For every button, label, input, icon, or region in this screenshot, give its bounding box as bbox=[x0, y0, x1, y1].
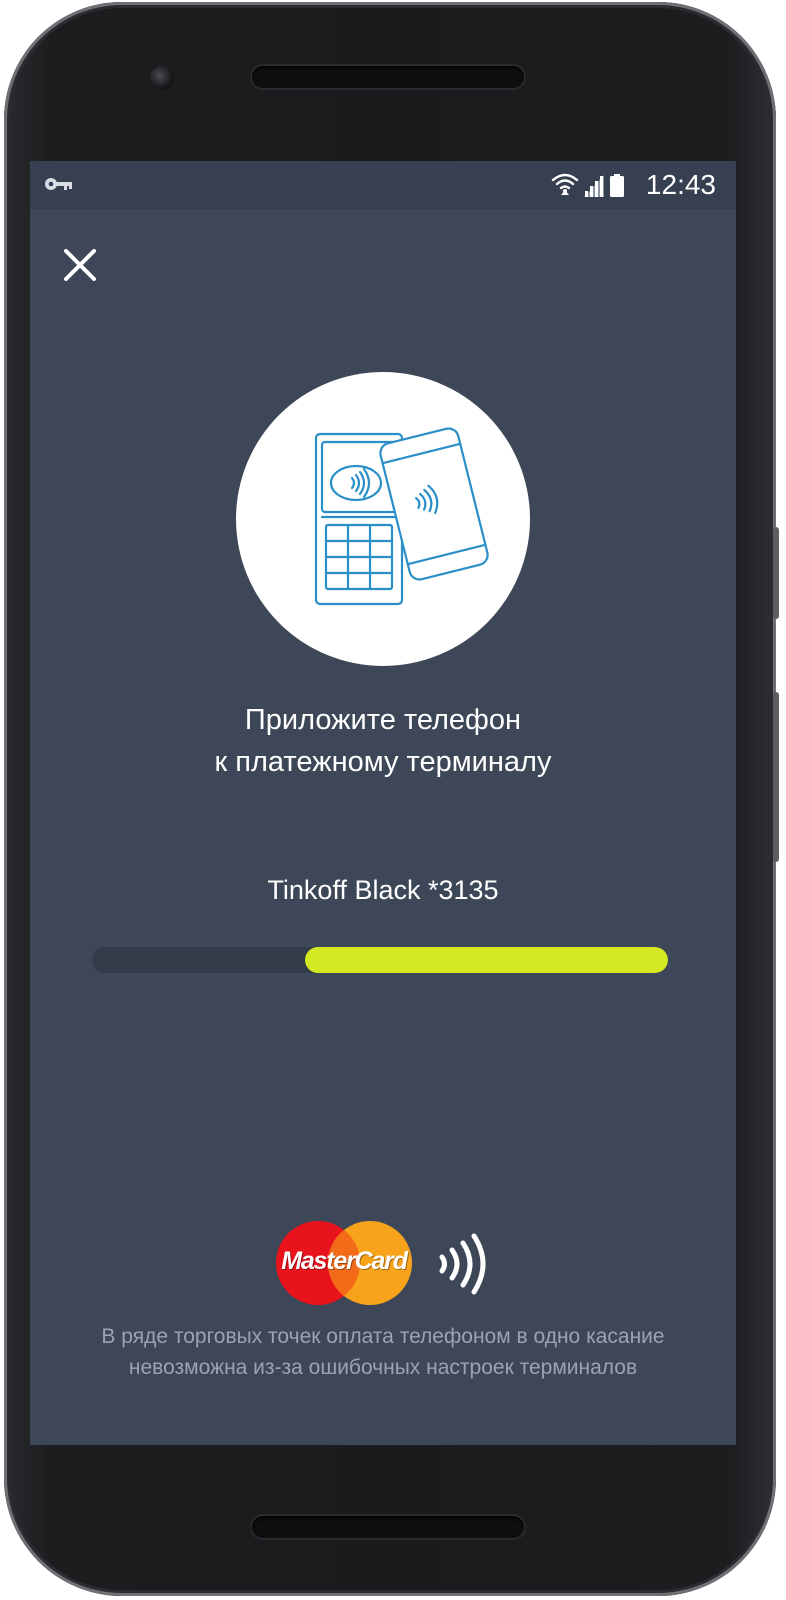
disclaimer-text: В ряде торговых точек оплата телефоном в… bbox=[30, 1321, 736, 1383]
payment-brands: MasterCard bbox=[276, 1219, 496, 1309]
screen: 12:43 Приложите телефон к платежному тер… bbox=[30, 161, 736, 1445]
key-icon bbox=[44, 175, 74, 198]
power-button bbox=[773, 527, 779, 619]
disclaimer-line-2: невозможна из-за ошибочных настроек терм… bbox=[128, 1356, 638, 1379]
contactless-icon bbox=[436, 1233, 490, 1300]
top-speaker bbox=[252, 66, 524, 88]
mastercard-logo: MasterCard bbox=[276, 1219, 412, 1309]
close-icon bbox=[64, 249, 96, 281]
close-button[interactable] bbox=[58, 243, 102, 287]
status-time: 12:43 bbox=[645, 169, 716, 200]
mastercard-logo-text: MasterCard bbox=[281, 1247, 408, 1275]
card-name: Tinkoff Black *3135 bbox=[267, 875, 499, 905]
nfc-terminal-icon bbox=[314, 427, 489, 606]
signal-icon bbox=[584, 175, 604, 197]
status-icons bbox=[550, 171, 640, 204]
status-bar: 12:43 bbox=[30, 161, 736, 209]
instruction-line-1: Приложите телефон bbox=[244, 704, 522, 736]
instruction-line-2: к платежному терминалу bbox=[214, 746, 552, 778]
disclaimer-line-1: В ряде торговых точек оплата телефоном в… bbox=[101, 1325, 665, 1348]
volume-button bbox=[773, 692, 779, 862]
nfc-illustration bbox=[236, 372, 530, 666]
payment-progress-bar bbox=[92, 947, 668, 973]
front-camera bbox=[150, 66, 174, 90]
instruction-text: Приложите телефон к платежному терминалу bbox=[30, 699, 736, 783]
battery-icon bbox=[610, 174, 624, 197]
wifi-icon bbox=[551, 173, 579, 190]
bottom-speaker bbox=[252, 1516, 524, 1538]
progress-fill bbox=[305, 947, 668, 973]
